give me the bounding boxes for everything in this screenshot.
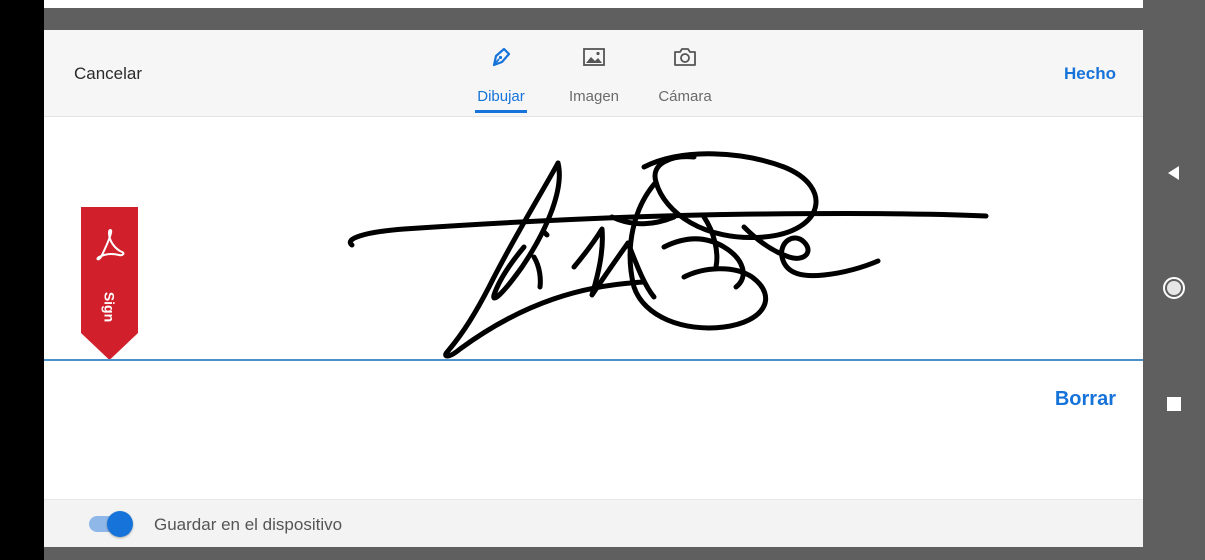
signature-baseline	[44, 359, 1143, 361]
tab-draw[interactable]: Dibujar	[475, 42, 527, 105]
sign-here-badge: Sign	[81, 207, 138, 360]
save-on-device-label: Guardar en el dispositivo	[154, 515, 343, 534]
top-edge	[44, 0, 1143, 8]
tab-camera[interactable]: Cámara	[653, 42, 717, 105]
left-black-bar	[0, 0, 44, 560]
cancel-button[interactable]: Cancelar	[74, 64, 142, 84]
pen-icon	[488, 42, 514, 72]
sign-badge-label: Sign	[101, 291, 118, 323]
toggle-thumb	[107, 511, 133, 537]
header: Cancelar Dibujar Imagen Cámara Hecho	[44, 30, 1143, 117]
recents-icon[interactable]	[1143, 384, 1205, 424]
tab-draw-label: Dibujar	[477, 88, 525, 105]
status-bar	[44, 0, 1143, 30]
system-nav-bar	[1143, 0, 1205, 560]
camera-icon	[672, 42, 698, 72]
back-icon[interactable]	[1143, 153, 1205, 193]
clear-button[interactable]: Borrar	[1055, 388, 1116, 411]
signature-ink	[347, 151, 989, 359]
done-button[interactable]: Hecho	[1064, 64, 1116, 84]
signature-dialog: Cancelar Dibujar Imagen Cámara Hecho Sig…	[44, 30, 1143, 548]
image-icon	[581, 42, 607, 72]
tab-image-label: Imagen	[568, 88, 620, 105]
tab-camera-label: Cámara	[658, 88, 712, 105]
tab-image[interactable]: Imagen	[564, 42, 624, 105]
save-toggle[interactable]	[89, 511, 135, 537]
home-icon[interactable]	[1143, 268, 1205, 308]
signature-canvas[interactable]	[44, 117, 1143, 360]
acrobat-logo-icon	[95, 227, 125, 268]
bottom-strip	[44, 547, 1143, 560]
active-tab-indicator	[475, 110, 527, 113]
footer: Guardar en el dispositivo	[44, 499, 1143, 548]
